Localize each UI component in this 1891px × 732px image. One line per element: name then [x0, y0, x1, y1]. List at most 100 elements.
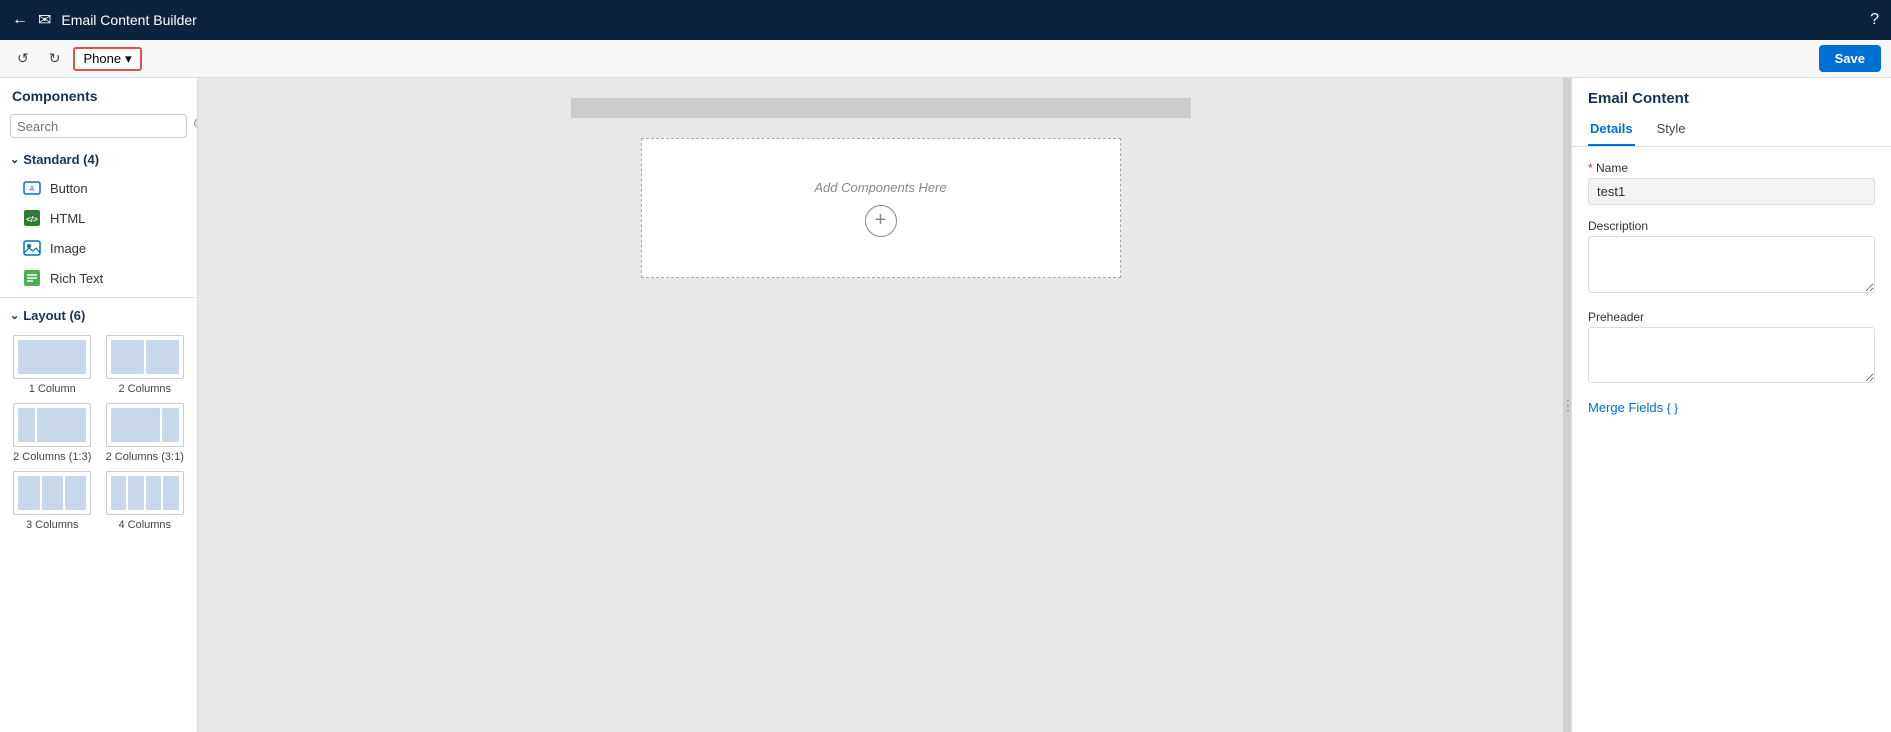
layout-2col-3-1-preview	[106, 403, 184, 447]
richtext-component-label: Rich Text	[50, 271, 103, 286]
component-image[interactable]: Image	[0, 233, 197, 263]
standard-section-label: Standard (4)	[23, 152, 99, 167]
search-input[interactable]	[17, 119, 193, 134]
image-component-label: Image	[50, 241, 86, 256]
richtext-component-icon	[22, 268, 42, 288]
layout-2col-label: 2 Columns	[118, 383, 171, 395]
layout-1col[interactable]: 1 Column	[10, 335, 95, 395]
drop-zone-text: Add Components Here	[814, 180, 946, 195]
drop-zone[interactable]: Add Components Here +	[641, 138, 1121, 278]
chevron-down-icon-layout: ⌄	[10, 309, 19, 322]
canvas-top-bar	[571, 98, 1191, 118]
chevron-down-icon: ▾	[125, 51, 132, 67]
layout-4col-label: 4 Columns	[118, 519, 171, 531]
layout-3col-label: 3 Columns	[26, 519, 79, 531]
col-block	[18, 476, 39, 510]
col-block	[18, 340, 86, 374]
col-block	[146, 340, 179, 374]
merge-fields-row: Merge Fields { }	[1588, 400, 1875, 415]
preheader-textarea[interactable]	[1588, 327, 1875, 383]
layout-2col-3-1[interactable]: 2 Columns (3:1)	[103, 403, 188, 463]
toolbar-left: ↺ ↻ Phone ▾	[10, 46, 142, 71]
description-field: Description	[1588, 219, 1875, 296]
search-box[interactable]: 🔍	[10, 114, 187, 138]
col-block	[111, 340, 144, 374]
layout-1col-preview	[13, 335, 91, 379]
phone-label: Phone	[83, 51, 121, 66]
layout-3col-preview	[13, 471, 91, 515]
layout-section-header[interactable]: ⌄ Layout (6)	[0, 302, 197, 329]
toolbar-right: Save	[1819, 45, 1881, 72]
button-component-icon: A	[22, 178, 42, 198]
layout-2col-1-3[interactable]: 2 Columns (1:3)	[10, 403, 95, 463]
image-component-icon	[22, 238, 42, 258]
email-canvas: Add Components Here +	[571, 98, 1191, 712]
col-block	[128, 476, 144, 510]
canvas-area[interactable]: Add Components Here +	[198, 78, 1563, 732]
component-html[interactable]: </> HTML	[0, 203, 197, 233]
nav-right: ?	[1870, 11, 1879, 29]
col-block	[111, 408, 161, 442]
name-label: * Name	[1588, 161, 1875, 175]
panel-title: Email Content	[1572, 78, 1891, 115]
layout-3col[interactable]: 3 Columns	[10, 471, 95, 531]
col-block	[162, 408, 179, 442]
app-title: Email Content Builder	[61, 12, 196, 28]
phone-dropdown[interactable]: Phone ▾	[73, 47, 141, 71]
layout-2col-3-1-label: 2 Columns (3:1)	[106, 451, 184, 463]
button-component-label: Button	[50, 181, 88, 196]
layout-section-label: Layout (6)	[23, 308, 85, 323]
layout-2col-preview	[106, 335, 184, 379]
resize-handle[interactable]: ⋮	[1563, 78, 1571, 732]
tab-details[interactable]: Details	[1588, 115, 1635, 146]
top-nav: ← ✉ Email Content Builder ?	[0, 0, 1891, 40]
html-component-icon: </>	[22, 208, 42, 228]
layout-4col[interactable]: 4 Columns	[103, 471, 188, 531]
redo-button[interactable]: ↻	[42, 46, 68, 71]
merge-braces: { }	[1667, 401, 1678, 415]
col-block	[111, 476, 127, 510]
svg-text:</>: </>	[26, 215, 38, 224]
nav-left: ← ✉ Email Content Builder	[12, 10, 197, 30]
canvas-body: Add Components Here +	[571, 118, 1191, 298]
name-field: * Name	[1588, 161, 1875, 205]
layout-1col-label: 1 Column	[29, 383, 76, 395]
preheader-label: Preheader	[1588, 310, 1875, 324]
sidebar: Components 🔍 ⌄ Standard (4) A Button </>…	[0, 78, 198, 732]
html-component-label: HTML	[50, 211, 85, 226]
component-rich-text[interactable]: Rich Text	[0, 263, 197, 293]
layout-grid: 1 Column 2 Columns 2 Columns (1:3)	[0, 329, 197, 541]
description-textarea[interactable]	[1588, 236, 1875, 293]
layout-2col-1-3-label: 2 Columns (1:3)	[13, 451, 91, 463]
name-input[interactable]	[1588, 178, 1875, 205]
merge-fields-link[interactable]: Merge Fields	[1588, 400, 1663, 415]
description-label: Description	[1588, 219, 1875, 233]
help-icon[interactable]: ?	[1870, 11, 1879, 29]
required-star: *	[1588, 161, 1593, 175]
add-component-button[interactable]: +	[865, 205, 897, 237]
col-block	[37, 408, 87, 442]
mail-icon: ✉	[38, 10, 51, 30]
toolbar: ↺ ↻ Phone ▾ Save	[0, 40, 1891, 78]
layout-2col-1-3-preview	[13, 403, 91, 447]
layout-2col[interactable]: 2 Columns	[103, 335, 188, 395]
chevron-down-icon: ⌄	[10, 153, 19, 166]
col-block	[146, 476, 162, 510]
sidebar-title: Components	[0, 78, 197, 110]
main-layout: Components 🔍 ⌄ Standard (4) A Button </>…	[0, 78, 1891, 732]
save-button[interactable]: Save	[1819, 45, 1881, 72]
col-block	[42, 476, 63, 510]
component-button[interactable]: A Button	[0, 173, 197, 203]
panel-tabs: Details Style	[1572, 115, 1891, 147]
right-panel: Email Content Details Style * Name Descr…	[1571, 78, 1891, 732]
svg-text:A: A	[30, 186, 35, 193]
col-block	[65, 476, 86, 510]
divider	[0, 297, 197, 298]
undo-button[interactable]: ↺	[10, 46, 36, 71]
preheader-field: Preheader	[1588, 310, 1875, 386]
standard-section-header[interactable]: ⌄ Standard (4)	[0, 146, 197, 173]
tab-style[interactable]: Style	[1655, 115, 1688, 146]
col-block	[18, 408, 35, 442]
col-block	[163, 476, 179, 510]
back-icon[interactable]: ←	[12, 11, 28, 29]
